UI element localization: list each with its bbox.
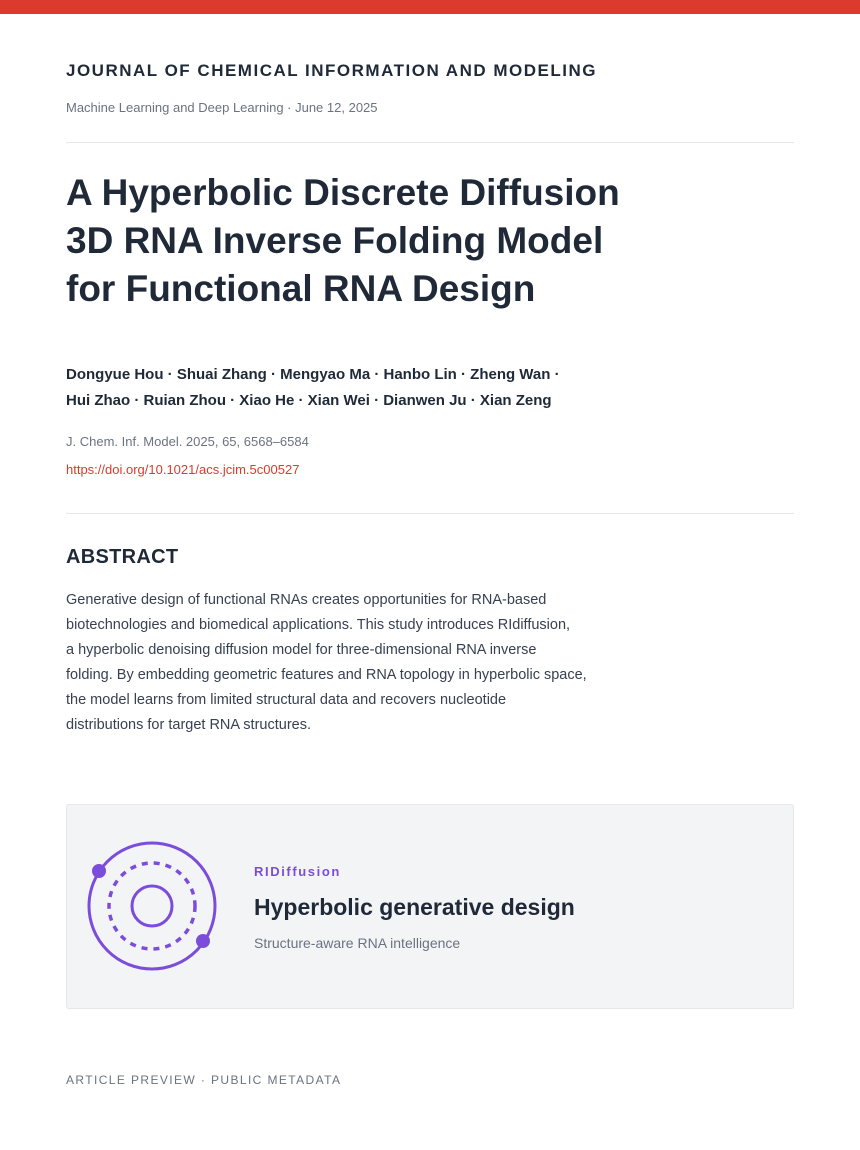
article-title-line: A Hyperbolic Discrete Diffusion	[66, 172, 620, 213]
abstract-line: folding. By embedding geometric features…	[66, 667, 587, 683]
abstract-line: the model learns from limited structural…	[66, 692, 507, 708]
card-subtitle: Structure-aware RNA intelligence	[254, 935, 461, 951]
card-title: Hyperbolic generative design	[254, 894, 575, 920]
author-line: Hui Zhao · Ruian Zhou · Xiao He · Xian W…	[66, 392, 552, 409]
author-line: Dongyue Hou · Shuai Zhang · Mengyao Ma ·…	[66, 366, 560, 383]
journal-name: JOURNAL OF CHEMICAL INFORMATION AND MODE…	[66, 61, 597, 80]
author-list: Dongyue Hou · Shuai Zhang · Mengyao Ma ·…	[66, 362, 560, 414]
article-title-line: 3D RNA Inverse Folding Model	[66, 220, 604, 261]
abstract-heading: ABSTRACT	[66, 546, 179, 568]
article-meta: Machine Learning and Deep Learning · Jun…	[66, 100, 378, 115]
abstract-divider	[66, 513, 794, 514]
abstract-line: distributions for target RNA structures.	[66, 717, 311, 733]
abstract-line: a hyperbolic denoising diffusion model f…	[66, 642, 537, 658]
footer-note: ARTICLE PREVIEW · PUBLIC METADATA	[66, 1073, 342, 1087]
header-divider	[66, 142, 794, 143]
top-accent-bar	[0, 0, 860, 14]
doi-link[interactable]: https://doi.org/10.1021/acs.jcim.5c00527	[66, 462, 299, 477]
orbit-rings-icon	[87, 841, 217, 971]
abstract-line: Generative design of functional RNAs cre…	[66, 592, 547, 608]
citation: J. Chem. Inf. Model. 2025, 65, 6568–6584	[66, 434, 309, 449]
card-eyebrow: RIDiffusion	[254, 864, 341, 879]
abstract-line: biotechnologies and biomedical applicati…	[66, 617, 571, 633]
abstract-body: Generative design of functional RNAs cre…	[66, 588, 626, 738]
article-title-line: for Functional RNA Design	[66, 268, 536, 309]
article-title: A Hyperbolic Discrete Diffusion 3D RNA I…	[66, 169, 706, 313]
feature-card: RIDiffusion Hyperbolic generative design…	[66, 804, 794, 1009]
